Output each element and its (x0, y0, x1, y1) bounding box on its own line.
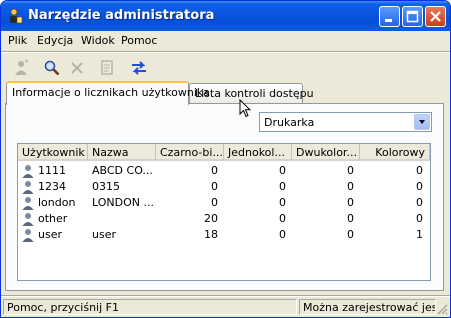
user-icon (22, 213, 34, 226)
maximize-button[interactable] (402, 6, 423, 27)
window-title: Narzędzie administratora (28, 8, 215, 23)
cell-black-white: 20 (204, 212, 218, 225)
status-help-text: Pomoc, przyciśnij F1 (3, 299, 297, 315)
menu-plik[interactable]: Plik (8, 34, 27, 47)
cell-full-color: 0 (416, 196, 423, 209)
refresh-icon (132, 61, 146, 75)
combo-dropdown-button[interactable] (414, 114, 430, 130)
cell-single-color: 0 (279, 180, 286, 193)
menu-bar: Plik Edycja Widok Pomoc (1, 31, 450, 51)
delete-button[interactable] (65, 57, 89, 79)
maximize-icon (406, 10, 419, 23)
app-window: Narzędzie administratora Plik Edycja Wid… (0, 0, 451, 318)
cell-two-color: 0 (347, 180, 354, 193)
menu-pomoc[interactable]: Pomoc (121, 34, 157, 47)
status-registration-text: Można zarejestrować jeszc (299, 299, 436, 315)
cell-two-color: 0 (347, 212, 354, 225)
cell-user: 1234 (38, 180, 66, 193)
properties-icon (101, 60, 113, 75)
device-type-select[interactable]: Drukarka (259, 112, 432, 132)
title-bar[interactable]: Narzędzie administratora (1, 1, 450, 31)
resize-grip-icon[interactable] (436, 303, 448, 315)
user-icon (22, 229, 34, 242)
app-icon (7, 8, 23, 24)
cell-name: 0315 (92, 180, 120, 193)
column-header-two-color[interactable]: Dwukolor... (292, 144, 360, 160)
column-header-user[interactable]: Użytkownik (18, 144, 88, 160)
user-icon (22, 165, 34, 178)
cell-full-color: 0 (416, 212, 423, 225)
cell-single-color: 0 (279, 164, 286, 177)
user-icon (22, 197, 34, 210)
minimize-icon (385, 19, 392, 22)
cell-user: user (38, 228, 62, 241)
cell-user: 1111 (38, 164, 66, 177)
table-row[interactable]: user user 18 0 0 1 (18, 227, 430, 243)
chevron-down-icon (419, 120, 425, 124)
cell-full-color: 0 (416, 180, 423, 193)
close-icon (430, 11, 441, 22)
mouse-cursor-icon (239, 99, 251, 118)
menu-widok[interactable]: Widok (81, 34, 115, 47)
cell-full-color: 1 (416, 228, 423, 241)
add-user-button[interactable] (9, 57, 33, 79)
cell-black-white: 0 (211, 180, 218, 193)
user-counters-list[interactable]: Użytkownik Nazwa Czarno-bi... Jednokol..… (17, 143, 431, 281)
minimize-button[interactable] (379, 6, 400, 27)
cell-name: ABCD CO... (92, 164, 153, 177)
cell-black-white: 0 (211, 196, 218, 209)
search-button[interactable] (40, 57, 64, 79)
cell-single-color: 0 (279, 212, 286, 225)
cell-name: LONDON ... (92, 196, 154, 209)
cell-black-white: 0 (211, 164, 218, 177)
user-icon (22, 181, 34, 194)
menu-separator (1, 51, 450, 53)
cell-user: other (38, 212, 68, 225)
cell-single-color: 0 (279, 228, 286, 241)
cell-full-color: 0 (416, 164, 423, 177)
tab-user-counters[interactable]: Informacje o licznikach użytkownika (6, 81, 210, 105)
cell-user: london (38, 196, 76, 209)
column-header-single-color[interactable]: Jednokol... (224, 144, 292, 160)
close-button[interactable] (425, 6, 446, 27)
list-header: Użytkownik Nazwa Czarno-bi... Jednokol..… (18, 144, 430, 161)
table-row[interactable]: 1234 0315 0 0 0 0 (18, 179, 430, 195)
cell-two-color: 0 (347, 164, 354, 177)
properties-button[interactable] (96, 57, 120, 79)
cell-two-color: 0 (347, 228, 354, 241)
cell-name: user (92, 228, 116, 241)
refresh-button[interactable] (127, 57, 151, 79)
cell-black-white: 18 (204, 228, 218, 241)
delete-icon (71, 62, 83, 74)
column-header-name[interactable]: Nazwa (88, 144, 156, 160)
table-row[interactable]: 1111 ABCD CO... 0 0 0 0 (18, 163, 430, 179)
cell-single-color: 0 (279, 196, 286, 209)
device-type-value: Drukarka (264, 116, 315, 129)
column-header-black-white[interactable]: Czarno-bi... (156, 144, 224, 160)
table-row[interactable]: other 20 0 0 0 (18, 211, 430, 227)
search-icon (44, 60, 60, 76)
cell-two-color: 0 (347, 196, 354, 209)
table-row[interactable]: london LONDON ... 0 0 0 0 (18, 195, 430, 211)
column-header-full-color[interactable]: Kolorowy (360, 144, 430, 160)
menu-edycja[interactable]: Edycja (37, 34, 73, 47)
add-user-icon (15, 59, 28, 75)
status-bar: Pomoc, przyciśnij F1 Można zarejestrować… (1, 297, 450, 317)
